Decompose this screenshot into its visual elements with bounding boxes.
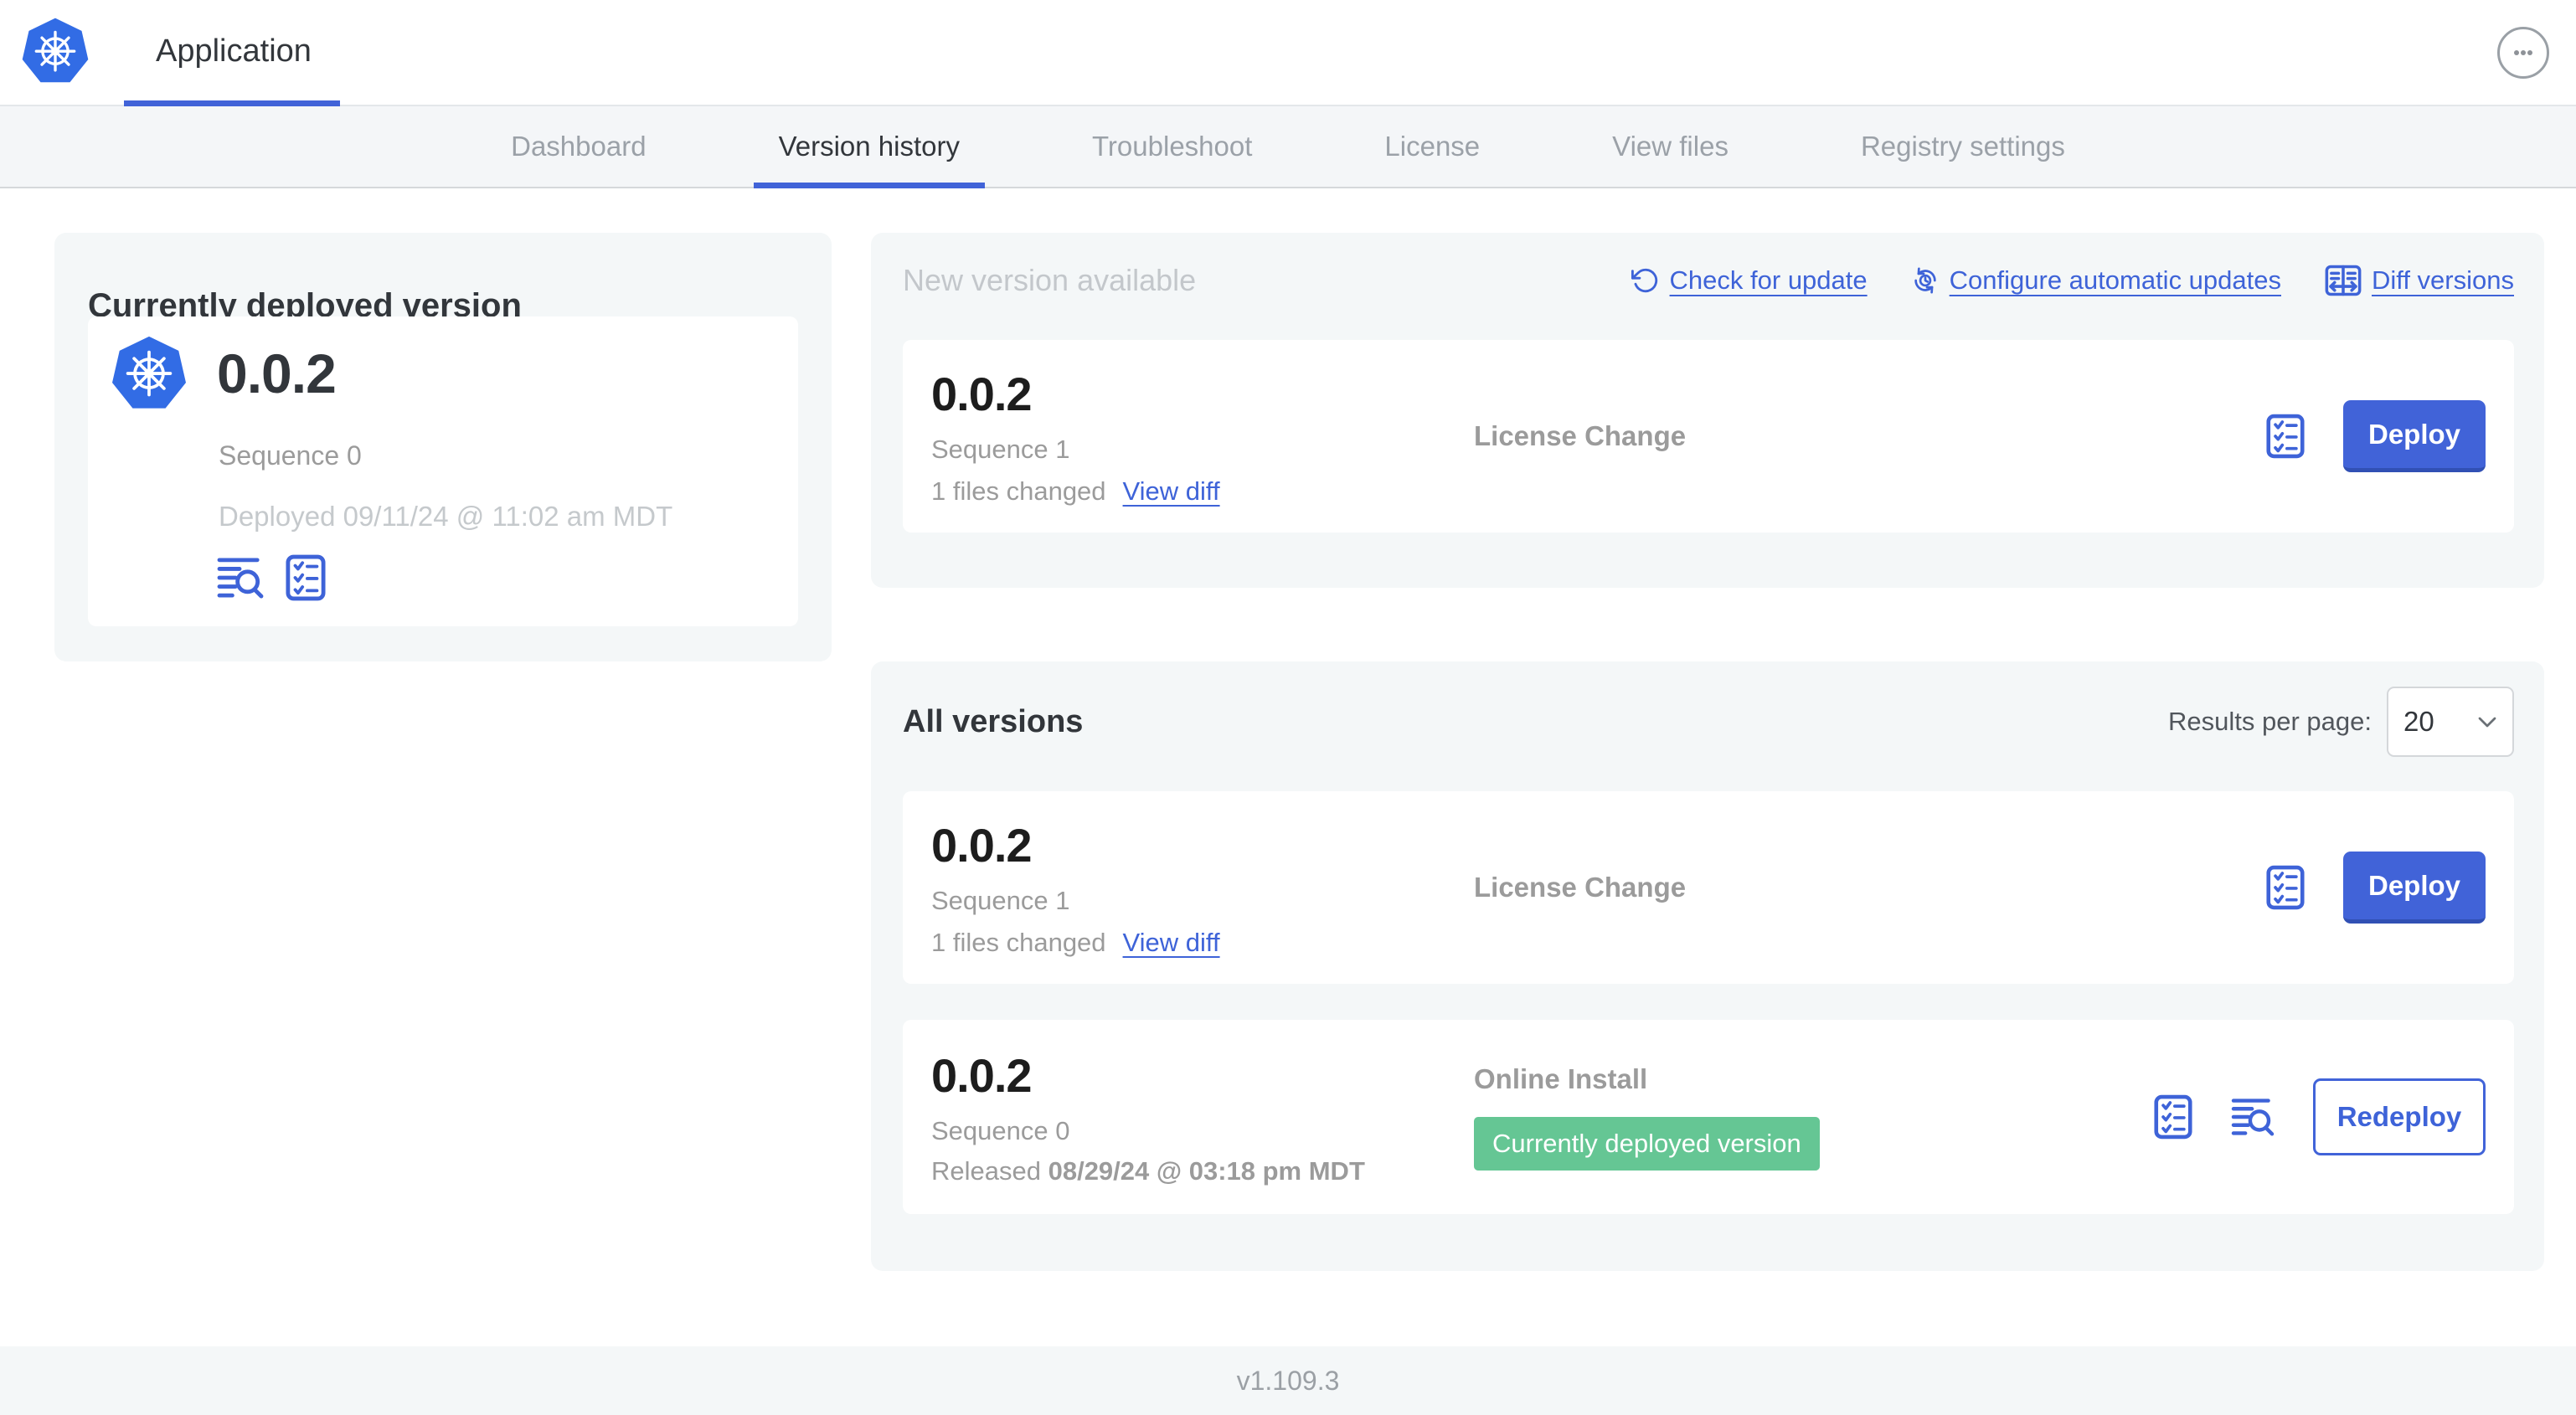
configure-automatic-updates-link[interactable]: Configure automatic updates <box>1911 265 2281 296</box>
preflight-checks-icon[interactable] <box>2154 1094 2192 1140</box>
version-row: 0.0.2 Sequence 1 1 files changed View di… <box>903 791 2514 984</box>
all-versions-card: All versions Results per page: 20 0.0.2 … <box>871 661 2544 1271</box>
active-tab-indicator <box>753 183 985 188</box>
tab-view-files[interactable]: View files <box>1609 106 1732 187</box>
ellipsis-icon <box>2506 36 2540 69</box>
more-options-button[interactable] <box>2497 27 2549 79</box>
diff-versions-link[interactable]: Diff versions <box>2325 265 2514 296</box>
released-timestamp: 08/29/24 @ 03:18 pm MDT <box>1048 1155 1365 1186</box>
released-prefix: Released <box>931 1155 1048 1186</box>
deployed-timestamp: Deployed 09/11/24 @ 11:02 am MDT <box>219 501 673 532</box>
currently-deployed-card: Currently deployed version 0.0.2 Sequenc… <box>54 233 832 661</box>
deployed-sequence: Sequence 0 <box>219 440 362 471</box>
preflight-checks-icon[interactable] <box>286 554 326 601</box>
kubernetes-logo-icon <box>20 17 90 87</box>
chevron-down-icon <box>2477 716 2497 728</box>
diff-icon <box>2325 265 2362 296</box>
tab-label: Dashboard <box>511 131 647 162</box>
results-per-page-label: Results per page: <box>2168 707 2372 736</box>
diff-versions-label: Diff versions <box>2372 265 2514 295</box>
new-version-row: 0.0.2 Sequence 1 1 files changed View di… <box>903 340 2514 533</box>
files-changed-label: 1 files changed <box>931 927 1106 957</box>
app-footer: v1.109.3 <box>0 1346 2576 1415</box>
deployed-version-number: 0.0.2 <box>217 342 337 404</box>
tab-label: View files <box>1612 131 1728 162</box>
tab-label: Version history <box>778 131 960 162</box>
check-for-update-link[interactable]: Check for update <box>1631 265 1868 296</box>
new-version-card: New version available Check for update C… <box>871 233 2544 588</box>
tab-registry-settings[interactable]: Registry settings <box>1857 106 2069 187</box>
view-diff-link[interactable]: View diff <box>1123 476 1220 507</box>
all-versions-title: All versions <box>903 703 1084 739</box>
view-logs-icon[interactable] <box>2231 1098 2275 1136</box>
deploy-button[interactable]: Deploy <box>2343 852 2486 924</box>
row-source-label: License Change <box>1474 872 1687 903</box>
currently-deployed-version-card: 0.0.2 Sequence 0 Deployed 09/11/24 @ 11:… <box>88 316 798 626</box>
tab-label: License <box>1384 131 1481 162</box>
row-source-label: Online Install <box>1474 1063 1648 1094</box>
app-title: Application <box>156 33 312 69</box>
tab-license[interactable]: License <box>1381 106 1483 187</box>
kubernetes-app-icon <box>110 335 188 414</box>
row-sequence: Sequence 1 <box>931 885 1070 915</box>
configure-automatic-updates-label: Configure automatic updates <box>1949 265 2281 295</box>
console-version: v1.109.3 <box>1236 1365 1340 1396</box>
row-source-label: License Change <box>1474 420 1687 451</box>
tab-troubleshoot[interactable]: Troubleshoot <box>1089 106 1255 187</box>
row-version-number: 0.0.2 <box>931 367 1033 420</box>
preflight-checks-icon[interactable] <box>2266 414 2305 459</box>
tab-version-history[interactable]: Version history <box>753 106 985 188</box>
preflight-checks-icon[interactable] <box>2266 865 2305 910</box>
row-sequence: Sequence 0 <box>931 1115 1070 1145</box>
results-per-page-select[interactable]: 20 <box>2387 687 2514 757</box>
refresh-icon <box>1631 266 1660 295</box>
schedule-update-icon <box>1911 266 1940 295</box>
tab-label: Registry settings <box>1860 131 2065 162</box>
tab-dashboard[interactable]: Dashboard <box>507 106 649 187</box>
version-row: 0.0.2 Sequence 0 Released 08/29/24 @ 03:… <box>903 1020 2514 1214</box>
row-sequence: Sequence 1 <box>931 434 1070 464</box>
row-version-number: 0.0.2 <box>931 1048 1033 1102</box>
app-title-active-indicator <box>124 100 340 106</box>
deploy-button[interactable]: Deploy <box>2343 400 2486 472</box>
view-diff-link[interactable]: View diff <box>1123 928 1220 958</box>
new-version-title: New version available <box>903 263 1197 297</box>
app-header: Application <box>0 0 2576 106</box>
tab-bar: Dashboard Version history Troubleshoot L… <box>0 106 2576 188</box>
check-for-update-label: Check for update <box>1669 265 1868 295</box>
view-logs-icon[interactable] <box>217 557 264 599</box>
redeploy-button[interactable]: Redeploy <box>2313 1078 2486 1155</box>
currently-deployed-badge: Currently deployed version <box>1474 1117 1820 1171</box>
files-changed-label: 1 files changed <box>931 476 1106 506</box>
results-per-page-value: 20 <box>2403 706 2434 737</box>
tab-label: Troubleshoot <box>1092 131 1253 162</box>
row-version-number: 0.0.2 <box>931 818 1033 872</box>
